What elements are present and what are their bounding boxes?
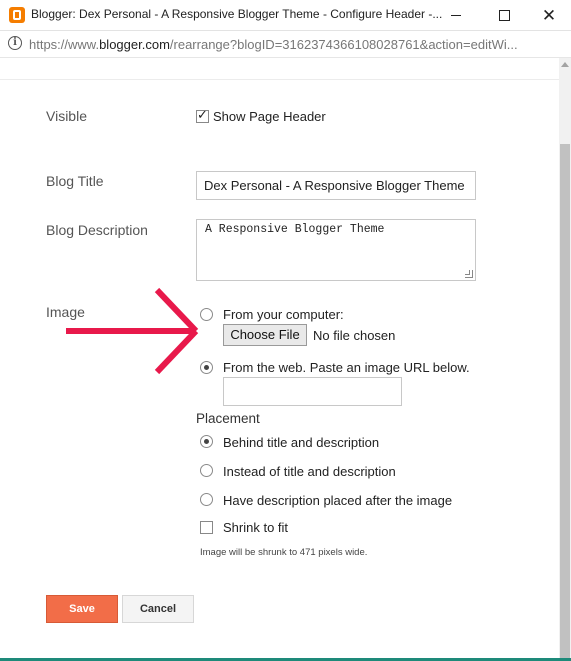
maximize-icon xyxy=(498,10,510,21)
info-icon[interactable]: i xyxy=(8,36,22,50)
scrollbar-thumb[interactable] xyxy=(560,144,570,658)
choose-file-button[interactable]: Choose File xyxy=(223,324,307,346)
resize-grip-icon[interactable] xyxy=(465,270,473,278)
from-computer-label[interactable]: From your computer: xyxy=(223,307,344,322)
shrink-note: Image will be shrunk to 471 pixels wide. xyxy=(200,547,368,558)
minimize-button[interactable] xyxy=(434,0,478,31)
close-button[interactable]: ✕ xyxy=(527,0,571,31)
image-label: Image xyxy=(46,304,85,320)
minimize-icon xyxy=(451,15,461,16)
close-icon: ✕ xyxy=(541,5,557,25)
blog-title-label: Blog Title xyxy=(46,173,104,189)
placement-instead-label[interactable]: Instead of title and description xyxy=(223,464,396,479)
shrink-to-fit-label[interactable]: Shrink to fit xyxy=(223,520,288,535)
blog-description-textarea[interactable]: A Responsive Blogger Theme xyxy=(196,219,476,281)
no-file-chosen-text: No file chosen xyxy=(313,328,396,343)
blog-description-label: Blog Description xyxy=(46,222,148,238)
placement-after-radio[interactable] xyxy=(200,493,213,506)
top-divider xyxy=(0,79,559,80)
cancel-button[interactable]: Cancel xyxy=(122,595,194,623)
url-prefix: https://www. xyxy=(29,37,100,52)
placement-behind-radio[interactable] xyxy=(200,435,213,448)
scrollbar[interactable] xyxy=(559,58,571,658)
maximize-button[interactable] xyxy=(482,0,526,31)
blog-title-input[interactable]: Dex Personal - A Responsive Blogger Them… xyxy=(196,171,476,200)
address-bar[interactable]: i https://www.blogger.com/rearrange?blog… xyxy=(0,31,571,58)
window-title: Blogger: Dex Personal - A Responsive Blo… xyxy=(31,7,443,21)
from-web-radio[interactable] xyxy=(200,361,213,374)
scroll-up-arrow-icon[interactable] xyxy=(561,62,569,67)
visible-label: Visible xyxy=(46,108,87,124)
placement-label: Placement xyxy=(196,411,260,426)
show-page-header-label[interactable]: Show Page Header xyxy=(213,109,326,124)
from-web-label[interactable]: From the web. Paste an image URL below. xyxy=(223,360,470,375)
configure-header-panel xyxy=(0,58,559,658)
placement-instead-radio[interactable] xyxy=(200,464,213,477)
show-page-header-checkbox[interactable] xyxy=(196,108,209,123)
placement-after-label[interactable]: Have description placed after the image xyxy=(223,493,452,508)
shrink-to-fit-checkbox[interactable] xyxy=(200,521,213,534)
placement-behind-label[interactable]: Behind title and description xyxy=(223,435,379,450)
save-button[interactable]: Save xyxy=(46,595,118,623)
url-text[interactable]: https://www.blogger.com/rearrange?blogID… xyxy=(29,37,518,52)
url-path: /rearrange?blogID=3162374366108028761&ac… xyxy=(169,37,518,52)
blogger-logo-icon xyxy=(9,7,25,23)
from-computer-radio[interactable] xyxy=(200,308,213,321)
image-url-input[interactable] xyxy=(223,377,402,406)
blog-description-value: A Responsive Blogger Theme xyxy=(205,223,385,236)
window-titlebar: Blogger: Dex Personal - A Responsive Blo… xyxy=(0,0,571,31)
url-host: blogger.com xyxy=(99,37,170,52)
